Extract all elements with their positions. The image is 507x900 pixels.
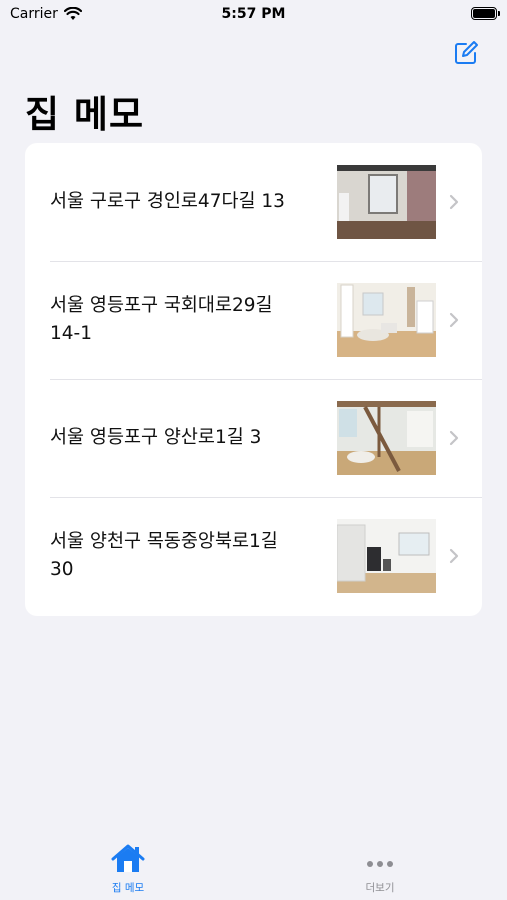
tab-home-label: 집 메모 bbox=[111, 882, 145, 894]
chevron-right-icon bbox=[449, 194, 459, 210]
list-item[interactable]: 서울 영등포구 양산로1길 3 bbox=[25, 379, 482, 497]
tab-home[interactable]: 집 메모 bbox=[78, 844, 178, 895]
chevron-right-icon bbox=[449, 548, 459, 564]
chevron-right-icon bbox=[449, 312, 459, 328]
memo-list: 서울 구로구 경인로47다길 13 서울 영등포구 국회대로29길 14-1 서… bbox=[25, 143, 482, 616]
list-item-address: 서울 양천구 목동중앙북로1길 30 bbox=[50, 531, 278, 580]
tab-more[interactable]: 더보기 bbox=[330, 844, 430, 895]
list-item[interactable]: 서울 영등포구 국회대로29길 14-1 bbox=[25, 261, 482, 379]
page-title: 집 메모 bbox=[25, 93, 145, 136]
chevron-right-icon bbox=[449, 430, 459, 446]
status-bar: Carrier 5:57 PM bbox=[0, 0, 507, 30]
room-photo bbox=[337, 283, 436, 357]
status-time: 5:57 PM bbox=[221, 6, 286, 22]
ellipsis-icon bbox=[367, 861, 393, 867]
list-item-address: 서울 구로구 경인로47다길 13 bbox=[50, 191, 285, 212]
room-photo bbox=[337, 519, 436, 593]
list-item-address: 서울 영등포구 양산로1길 3 bbox=[50, 427, 262, 448]
list-item[interactable]: 서울 구로구 경인로47다길 13 bbox=[25, 143, 482, 261]
house-icon bbox=[111, 844, 145, 872]
battery-icon bbox=[471, 7, 500, 20]
tab-bar: 집 메모 더보기 bbox=[0, 830, 507, 900]
list-item[interactable]: 서울 양천구 목동중앙북로1길 30 bbox=[25, 497, 482, 615]
room-photo bbox=[337, 165, 436, 239]
tab-more-label: 더보기 bbox=[365, 882, 395, 894]
compose-icon[interactable] bbox=[453, 40, 479, 66]
list-item-address: 서울 영등포구 국회대로29길 14-1 bbox=[50, 295, 273, 344]
room-photo bbox=[337, 401, 436, 475]
